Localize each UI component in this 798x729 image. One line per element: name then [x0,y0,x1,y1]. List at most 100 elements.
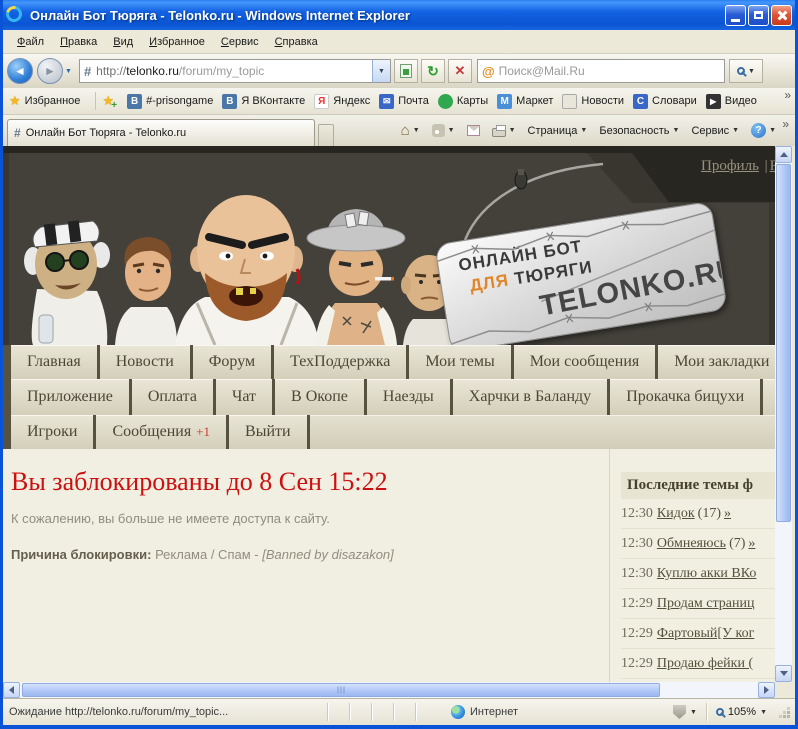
nav-chat[interactable]: Чат [215,379,273,415]
menu-help[interactable]: Справка [267,33,326,51]
favorites-bar: ★ Избранное ★ В #-prisongame В Я ВКонтак… [3,88,795,115]
nav-trench[interactable]: В Окопе [275,379,364,415]
nav-cut-item[interactable]: Б [763,379,775,415]
read-mail-button[interactable] [462,122,485,139]
thumb-grip [337,686,345,694]
status-segment [415,703,437,721]
compatibility-view-button[interactable] [393,59,418,83]
search-go-button[interactable]: ▼ [728,59,763,83]
favorite-link-vkontakte[interactable]: В Я ВКонтакте [222,93,305,109]
topic-row: 12:29 Продам страниц [621,589,775,619]
maximize-button[interactable] [748,4,769,26]
back-button[interactable]: ◄ [7,58,33,84]
horizontal-scroll-thumb[interactable] [22,683,660,697]
history-dropdown-icon[interactable]: ▼ [65,68,72,75]
vertical-scrollbar[interactable] [775,146,792,682]
nav-my-messages[interactable]: Мои сообщения [513,345,656,379]
minimize-button[interactable] [725,4,746,26]
favorites-overflow-chevron-icon[interactable]: » [784,88,791,102]
favorite-link-news[interactable]: Новости [562,93,624,109]
topic-link[interactable]: Продам страниц [657,596,755,611]
nav-my-bookmarks[interactable]: Мои закладки [658,345,775,379]
stop-icon: ✕ [454,63,466,78]
scroll-up-button[interactable] [775,146,792,163]
favorite-link-yandex[interactable]: Я Яндекс [314,93,370,109]
protected-mode-icon[interactable] [672,705,686,719]
chevron-down-icon: ▼ [447,127,455,134]
chevron-down-icon[interactable]: ▼ [690,709,697,716]
commandbar-overflow-chevron-icon[interactable]: » [782,117,789,131]
address-input[interactable]: # http://telonko.ru/forum/my_topic ▼ [78,59,391,83]
nav-forum[interactable]: Форум [192,345,272,379]
zoom-level[interactable]: 105% [728,706,756,718]
page-menu-button[interactable]: Страница ▼ [523,122,593,140]
market-icon: М [497,93,513,109]
help-button[interactable]: ? ▼ [746,120,781,141]
horizontal-scrollbar[interactable] [3,682,775,698]
favorite-link-maps[interactable]: Карты [437,93,488,109]
nav-row-1: Главная Новости Форум ТехПоддержка Мои т… [3,345,775,379]
forward-button[interactable]: ► [37,58,63,84]
topic-link[interactable]: Фартовый[У ког [657,626,754,641]
nav-pump[interactable]: Прокачка бицухи [610,379,761,415]
nav-messages[interactable]: Сообщения +1 [96,415,227,449]
topic-link[interactable]: Куплю акки ВКо [657,566,757,581]
search-input[interactable] [498,64,699,78]
security-menu-button[interactable]: Безопасность ▼ [594,122,684,140]
nav-app[interactable]: Приложение [11,379,129,415]
topic-link[interactable]: Кидок [657,506,695,521]
nav-my-topics[interactable]: Мои темы [409,345,511,379]
topic-link[interactable]: Продаю фейки ( [657,656,753,671]
add-favorite-button[interactable]: ★ [102,93,118,111]
tools-menu-button[interactable]: Сервис ▼ [686,122,744,140]
nav-main[interactable]: Главная [11,345,97,379]
topic-time: 12:29 [621,596,653,611]
profile-link[interactable]: Профиль [701,158,759,174]
menu-favorites[interactable]: Избранное [141,33,213,51]
topic-more-link[interactable]: » [748,536,755,551]
vertical-scroll-thumb[interactable] [776,164,791,522]
new-tab-button[interactable] [318,124,334,146]
address-dropdown-button[interactable]: ▼ [371,60,390,82]
tab-active[interactable]: # Онлайн Бот Тюряга - Telonko.ru [7,119,315,146]
maximize-icon [754,11,763,19]
window-resize-grip[interactable] [777,705,791,719]
nav-logout[interactable]: Выйти [229,415,307,449]
favorite-link-prisongame[interactable]: В #-prisongame [127,93,213,109]
topic-more-link[interactable]: » [724,506,731,521]
scroll-left-button[interactable] [3,682,20,698]
home-button[interactable]: ⌂ ▼ [396,119,425,142]
refresh-button[interactable]: ↻ [420,59,445,83]
status-separator [705,703,707,721]
stop-button[interactable]: ✕ [447,59,472,83]
zoom-dropdown-icon[interactable]: ▼ [760,709,767,716]
menu-file[interactable]: Файл [9,33,52,51]
nav-payment[interactable]: Оплата [131,379,213,415]
scroll-down-button[interactable] [775,665,792,682]
favorite-link-mail[interactable]: ✉ Почта [379,93,429,109]
nav-support[interactable]: ТехПоддержка [274,345,407,379]
topic-time: 12:30 [621,566,653,581]
tab-bar: # Онлайн Бот Тюряга - Telonko.ru ⌂ ▼ ▼ ▼ … [3,115,795,146]
topic-link[interactable]: Обмнеяюсь [657,536,726,551]
nav-food[interactable]: Харчки в Баланду [452,379,608,415]
menu-view[interactable]: Вид [105,33,141,51]
menu-tools[interactable]: Сервис [213,33,267,51]
nav-players[interactable]: Игроки [11,415,94,449]
back-icon: ◄ [14,64,26,78]
menu-edit[interactable]: Правка [52,33,105,51]
nav-raids[interactable]: Наезды [366,379,450,415]
scroll-right-button[interactable] [758,682,775,698]
favorite-link-market[interactable]: М Маркет [497,93,553,109]
news-icon [562,93,578,109]
close-button[interactable] [771,4,792,26]
nav-news[interactable]: Новости [99,345,190,379]
favorites-button[interactable]: ★ Избранное [9,93,80,109]
favorite-link-dictionaries[interactable]: С Словари [633,93,697,109]
tools-menu-label: Сервис [691,124,730,137]
blocked-message: К сожалению, вы больше не имеете доступа… [11,511,330,526]
feeds-button[interactable]: ▼ [427,121,460,140]
main-content: Вы заблокированы до 8 Сен 15:22 К сожале… [3,449,775,682]
print-button[interactable]: ▼ [487,121,521,140]
favorite-link-video[interactable]: ▶ Видео [705,93,757,109]
